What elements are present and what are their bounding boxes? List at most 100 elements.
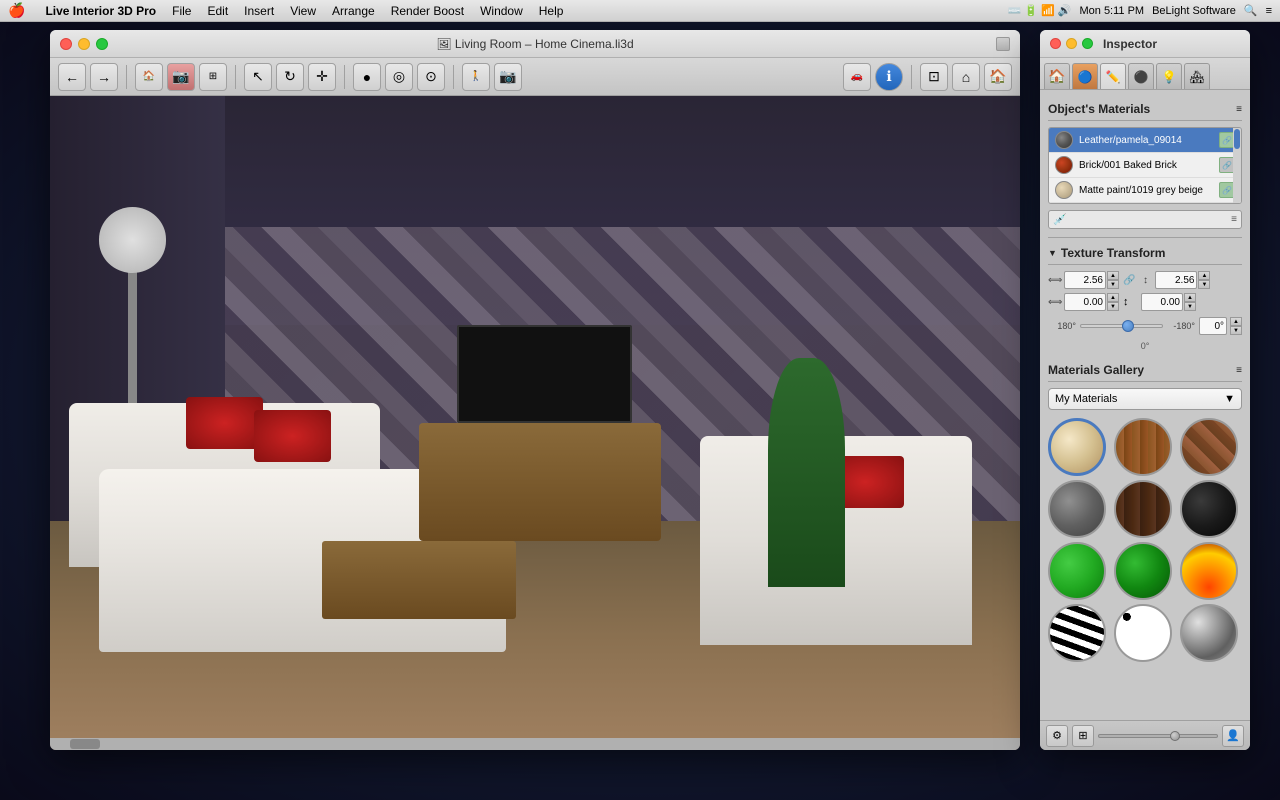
material-search-input[interactable] — [1071, 214, 1227, 226]
menu-edit[interactable]: Edit — [207, 4, 228, 18]
close-button[interactable] — [60, 38, 72, 50]
texture-transform-triangle[interactable]: ▼ — [1048, 248, 1057, 258]
inspector-tab-light[interactable]: 💡 — [1156, 63, 1182, 89]
gallery-item-wood[interactable] — [1114, 418, 1172, 476]
gallery-item-zebra[interactable] — [1048, 604, 1106, 662]
inspector-tab-object[interactable]: 🏠 — [1044, 63, 1070, 89]
gallery-item-fire[interactable] — [1180, 542, 1238, 600]
transform-h-input[interactable] — [1155, 271, 1197, 289]
menu-arrange[interactable]: Arrange — [332, 4, 375, 18]
menu-window[interactable]: Window — [480, 4, 523, 18]
camera-button[interactable]: 📷 — [494, 63, 522, 91]
inspector-add-button[interactable]: ⊞ — [1072, 725, 1094, 747]
move-tool-button[interactable]: ✛ — [308, 63, 336, 91]
menu-extras-icon[interactable]: ≡ — [1266, 5, 1272, 17]
transform-h-up[interactable]: ▲ — [1198, 271, 1210, 280]
rotation-slider-track[interactable] — [1080, 324, 1163, 328]
transform-x-down[interactable]: ▼ — [1107, 302, 1119, 311]
material-item-leather[interactable]: Leather/pamela_09014 🔗 — [1049, 128, 1241, 153]
gallery-item-dark-wood[interactable] — [1114, 480, 1172, 538]
minimize-button[interactable] — [78, 38, 90, 50]
gallery-item-green[interactable] — [1048, 542, 1106, 600]
rotation-down[interactable]: ▼ — [1230, 326, 1242, 335]
rotation-degree-input[interactable] — [1199, 317, 1227, 335]
menu-file[interactable]: File — [172, 4, 191, 18]
materials-scroll-thumb[interactable] — [1234, 129, 1240, 149]
transform-w-down[interactable]: ▼ — [1107, 280, 1119, 289]
gallery-item-spots[interactable] — [1114, 604, 1172, 662]
gallery-item-green2[interactable] — [1114, 542, 1172, 600]
eyedropper-icon[interactable]: 💉 — [1053, 213, 1067, 226]
menu-view[interactable]: View — [290, 4, 316, 18]
materials-menu-icon[interactable]: ≡ — [1236, 104, 1242, 115]
rotation-up[interactable]: ▲ — [1230, 317, 1242, 326]
menu-render[interactable]: Render Boost — [391, 4, 464, 18]
gallery-item-chrome[interactable] — [1180, 604, 1238, 662]
transform-w-input[interactable] — [1064, 271, 1106, 289]
inspector-tab-color[interactable]: ⚫ — [1128, 63, 1154, 89]
view-3d-button[interactable]: 🏠 — [984, 63, 1012, 91]
transform-y-down[interactable]: ▼ — [1184, 302, 1196, 311]
gallery-item-brown-tile[interactable] — [1180, 418, 1238, 476]
object-button[interactable]: 🚗 — [843, 63, 871, 91]
view-ortho-button[interactable]: ⊡ — [920, 63, 948, 91]
info-button[interactable]: ℹ — [875, 63, 903, 91]
inspector-maximize-button[interactable] — [1082, 38, 1093, 49]
inspector-settings-button[interactable]: ⚙ — [1046, 725, 1068, 747]
gallery-dropdown[interactable]: My Materials ▼ — [1048, 388, 1242, 410]
transform-h-down[interactable]: ▼ — [1198, 280, 1210, 289]
materials-options-icon[interactable]: ≡ — [1231, 214, 1237, 225]
inspector-zoom-slider[interactable] — [1098, 734, 1218, 738]
canvas-scrollbar[interactable] — [50, 738, 1020, 750]
floorplan-3d-button[interactable]: ⊞ — [199, 63, 227, 91]
inspector-photo-button[interactable]: 👤 — [1222, 725, 1244, 747]
nav-forward-button[interactable]: → — [90, 63, 118, 91]
materials-scrollbar[interactable] — [1233, 128, 1241, 203]
render-photo-button[interactable]: 📷 — [167, 63, 195, 91]
gallery-item-black[interactable] — [1180, 480, 1238, 538]
search-icon[interactable]: 🔍 — [1244, 4, 1258, 17]
tv-unit[interactable] — [419, 423, 662, 541]
inspector-close-button[interactable] — [1050, 38, 1061, 49]
canvas-area[interactable] — [50, 96, 1020, 750]
rotation-slider-thumb[interactable] — [1122, 320, 1134, 332]
menu-help[interactable]: Help — [539, 4, 564, 18]
gallery-menu-icon[interactable]: ≡ — [1236, 365, 1242, 376]
material-item-matte[interactable]: Matte paint/1019 grey beige 🔗 — [1049, 178, 1241, 203]
disk-tool-button[interactable]: ◎ — [385, 63, 413, 91]
view-house-button[interactable]: ⌂ — [952, 63, 980, 91]
maximize-button[interactable] — [96, 38, 108, 50]
material-item-brick[interactable]: Brick/001 Baked Brick 🔗 — [1049, 153, 1241, 178]
inspector-minimize-button[interactable] — [1066, 38, 1077, 49]
inspector-tab-material[interactable]: 🔵 — [1072, 63, 1098, 89]
menu-insert[interactable]: Insert — [244, 4, 274, 18]
plant[interactable] — [768, 358, 846, 587]
transform-x-up[interactable]: ▲ — [1107, 293, 1119, 302]
app-name[interactable]: Live Interior 3D Pro — [45, 4, 156, 18]
transform-y-input[interactable] — [1141, 293, 1183, 311]
inspector-zoom-thumb[interactable] — [1170, 731, 1180, 741]
nav-back-button[interactable]: ← — [58, 63, 86, 91]
transform-x-input[interactable] — [1064, 293, 1106, 311]
sphere-tool-button[interactable]: ● — [353, 63, 381, 91]
rotation-degree-field: ▲ ▼ — [1199, 317, 1242, 335]
inspector-panel: Inspector 🏠 🔵 ✏️ ⚫ 💡 🏘 Object's Material… — [1040, 30, 1250, 750]
gallery-item-cream[interactable] — [1048, 418, 1106, 476]
window-collapse-button[interactable] — [996, 37, 1010, 51]
transform-link-icon[interactable]: 🔗 — [1123, 275, 1135, 286]
cylinder-tool-button[interactable]: ⊙ — [417, 63, 445, 91]
inspector-tab-texture[interactable]: ✏️ — [1100, 63, 1126, 89]
walk-tool-button[interactable]: 🚶 — [462, 63, 490, 91]
texture-transform-header: ▼ Texture Transform — [1048, 242, 1242, 265]
apple-menu[interactable]: 🍎 — [8, 2, 25, 19]
inspector-tab-scene[interactable]: 🏘 — [1184, 63, 1210, 89]
transform-w-up[interactable]: ▲ — [1107, 271, 1119, 280]
transform-y-up[interactable]: ▲ — [1184, 293, 1196, 302]
coffee-table[interactable] — [322, 541, 516, 619]
cursor-tool-button[interactable]: ↖ — [244, 63, 272, 91]
material-name-brick: Brick/001 Baked Brick — [1079, 160, 1213, 171]
rotate-tool-button[interactable]: ↻ — [276, 63, 304, 91]
floorplan-2d-button[interactable]: 🏠 — [135, 63, 163, 91]
gallery-item-metal[interactable] — [1048, 480, 1106, 538]
canvas-scroll-thumb[interactable] — [70, 739, 100, 749]
